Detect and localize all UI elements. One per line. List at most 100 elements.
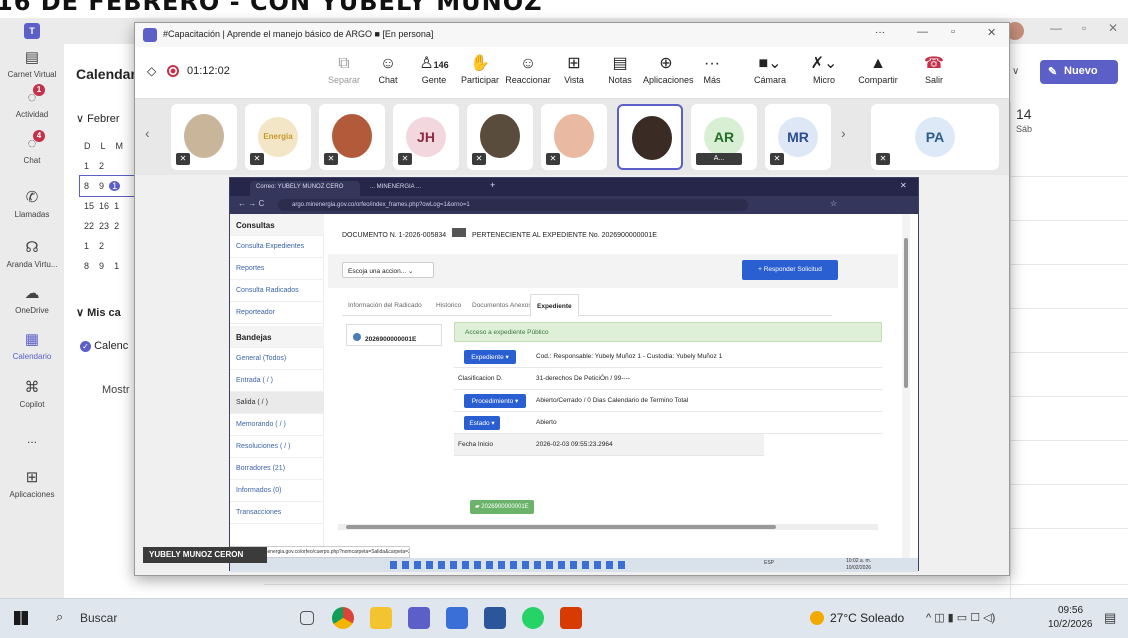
nav-general[interactable]: General (Todos): [230, 348, 324, 370]
rail-item-calendar[interactable]: ▦ Calendario: [0, 330, 64, 361]
taskbar-search[interactable]: Buscar: [80, 611, 117, 625]
gallery-prev-button[interactable]: ‹: [145, 125, 150, 141]
new-event-button[interactable]: ✎ Nuevo: [1040, 60, 1118, 84]
my-calendars-header[interactable]: ∨ Mis ca: [76, 306, 121, 319]
browser-tab-active[interactable]: ... MINENERGIA ...: [364, 181, 484, 196]
nav-memorando[interactable]: Memorando ( / ): [230, 414, 324, 436]
participant-tile[interactable]: ✕: [319, 104, 385, 170]
show-more-link[interactable]: Mostr: [102, 384, 130, 396]
estado-dropdown[interactable]: Estado ▾: [464, 416, 500, 430]
mini-row[interactable]: 22 23 2: [84, 216, 138, 236]
tray-icons[interactable]: ^ ◫ ▮ ▭ ☐ ◁): [926, 611, 995, 624]
expediente-dropdown[interactable]: Expediente ▾: [464, 350, 516, 364]
rail-item-carnet[interactable]: ▤ Carnet Virtual: [0, 48, 64, 79]
star-icon[interactable]: ☆: [830, 199, 837, 208]
file-explorer-icon[interactable]: [370, 607, 392, 629]
action-select[interactable]: Escoja una accion... ⌄: [342, 262, 434, 278]
rail-item-activity[interactable]: ◌ 1 Actividad: [0, 84, 64, 119]
tab-expediente[interactable]: Expediente: [530, 294, 579, 317]
chevron-down-icon[interactable]: ∨: [1012, 66, 1019, 77]
participant-tile[interactable]: MR ✕: [765, 104, 831, 170]
word-icon[interactable]: [484, 607, 506, 629]
rail-item-apps[interactable]: ⊞ Aplicaciones: [0, 468, 64, 499]
month-label[interactable]: ∨ Febrer: [76, 112, 120, 125]
participant-tile[interactable]: Energia ✕: [245, 104, 311, 170]
folder-tree-node[interactable]: ▰ 2026900000001E: [470, 500, 534, 514]
gallery-next-button[interactable]: ›: [841, 125, 846, 141]
participant-tile[interactable]: AR A...: [691, 104, 757, 170]
mic-button[interactable]: ✗⌄ Micro: [801, 53, 847, 85]
nav-entrada[interactable]: Entrada ( / ): [230, 370, 324, 392]
minimize-button[interactable]: —: [1050, 21, 1062, 35]
back-icon[interactable]: ← → C: [238, 199, 264, 208]
apps-button[interactable]: ⊕ Aplicaciones: [643, 53, 694, 85]
chrome-icon[interactable]: [332, 607, 354, 629]
mini-row-selected[interactable]: 8 9 1: [79, 175, 139, 197]
nav-transacciones[interactable]: Transacciones: [230, 502, 324, 524]
mini-row[interactable]: 1 2: [84, 236, 138, 256]
share-button[interactable]: ▲ Compartir: [855, 53, 901, 85]
nav-resoluciones[interactable]: Resoluciones ( / ): [230, 436, 324, 458]
new-tab-button[interactable]: +: [490, 180, 495, 190]
horizontal-scrollbar[interactable]: [338, 524, 878, 530]
nav-consulta-radicados[interactable]: Consulta Radicados: [230, 280, 324, 302]
close-button[interactable]: ✕: [987, 26, 996, 39]
teams-icon[interactable]: [408, 607, 430, 629]
popout-button[interactable]: ⧉ Separar: [321, 53, 367, 85]
rail-item-calls[interactable]: ✆ Llamadas: [0, 188, 64, 219]
calendar-item[interactable]: ✓ Calenc: [80, 340, 128, 352]
respond-request-button[interactable]: + Responder Solicitud: [742, 260, 838, 280]
clock-date[interactable]: 10/2/2026: [1048, 619, 1093, 630]
mini-row[interactable]: 1 2: [84, 156, 138, 176]
notifications-icon[interactable]: ▤: [1104, 610, 1116, 626]
rail-item-copilot[interactable]: ⌘ Copilot: [0, 378, 64, 409]
people-button[interactable]: ♙146 Gente: [411, 53, 457, 85]
tab-historico[interactable]: Historico: [436, 302, 461, 309]
maximize-button[interactable]: ▫: [951, 26, 955, 38]
react-button[interactable]: ☺ Reaccionar: [505, 53, 551, 85]
leave-button[interactable]: ☎ Salir: [911, 53, 957, 85]
task-view-icon[interactable]: [300, 611, 314, 625]
nav-salida[interactable]: Salida ( / ): [230, 392, 324, 414]
participant-tile[interactable]: JH ✕: [393, 104, 459, 170]
view-button[interactable]: ⊞ Vista: [551, 53, 597, 85]
more-button[interactable]: ··· Más: [689, 53, 735, 85]
participant-tile[interactable]: ✕: [541, 104, 607, 170]
nav-consulta-expedientes[interactable]: Consulta Expedientes: [230, 236, 324, 258]
camera-button[interactable]: ■⌄ Cámara: [747, 53, 793, 85]
close-button[interactable]: ✕: [1108, 21, 1118, 35]
participant-tile-speaking[interactable]: [617, 104, 683, 170]
chat-button[interactable]: ☺ Chat: [365, 53, 411, 85]
whatsapp-icon[interactable]: [522, 607, 544, 629]
more-icon[interactable]: ···: [875, 27, 885, 38]
maximize-button[interactable]: ▫: [1082, 21, 1086, 35]
participant-tile[interactable]: ✕: [467, 104, 533, 170]
participant-tile[interactable]: PA ✕: [871, 104, 999, 170]
notes-button[interactable]: ▤ Notas: [597, 53, 643, 85]
browser-tab[interactable]: Correo: YUBELY MUNOZ CERO: [250, 181, 360, 196]
rail-item-aranda[interactable]: ☊ Aranda Virtu...: [0, 238, 64, 269]
close-icon[interactable]: ✕: [900, 181, 907, 190]
procedimiento-dropdown[interactable]: Procedimiento ▾: [464, 394, 526, 408]
tab-informacion[interactable]: Información del Radicado: [348, 302, 422, 309]
weather-text[interactable]: 27°C Soleado: [830, 611, 904, 625]
rail-item-onedrive[interactable]: ☁ OneDrive: [0, 284, 64, 315]
nav-borradores[interactable]: Borradores (21): [230, 458, 324, 480]
vertical-scrollbar[interactable]: [902, 214, 910, 558]
nav-reporteador[interactable]: Reporteador: [230, 302, 324, 324]
nav-informados[interactable]: Informados (0): [230, 480, 324, 502]
raise-hand-button[interactable]: ✋ Participar: [457, 53, 503, 85]
participant-tile[interactable]: ✕: [171, 104, 237, 170]
rail-item-chat[interactable]: ◌ 4 Chat: [0, 130, 64, 165]
acrobat-icon[interactable]: [560, 607, 582, 629]
rail-item-more[interactable]: ...: [0, 432, 64, 446]
mini-row[interactable]: 15 16 1: [84, 196, 138, 216]
teams-logo-icon[interactable]: T: [24, 23, 40, 39]
app-icon[interactable]: [446, 607, 468, 629]
clock-time[interactable]: 09:56: [1058, 605, 1083, 616]
minimize-button[interactable]: —: [917, 26, 928, 38]
nav-reportes[interactable]: Reportes: [230, 258, 324, 280]
tab-documentos-anexos[interactable]: Documentos Anexos: [472, 302, 532, 309]
start-icon[interactable]: [14, 611, 28, 625]
url-input[interactable]: argo.minenergia.gov.co/orfeo/index_frame…: [278, 199, 748, 211]
